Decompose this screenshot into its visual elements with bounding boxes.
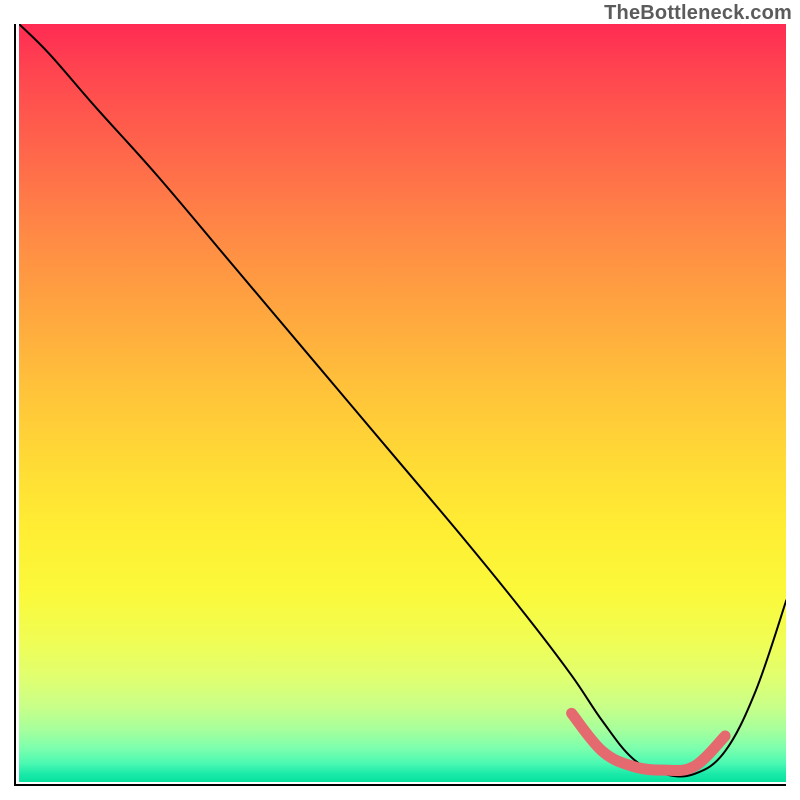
bottleneck-curve-line	[19, 24, 787, 777]
optimal-band-line	[571, 713, 725, 770]
chart-svg	[19, 24, 787, 782]
plot-area	[14, 24, 786, 786]
chart-container: TheBottleneck.com	[0, 0, 800, 800]
watermark-text: TheBottleneck.com	[604, 2, 792, 25]
